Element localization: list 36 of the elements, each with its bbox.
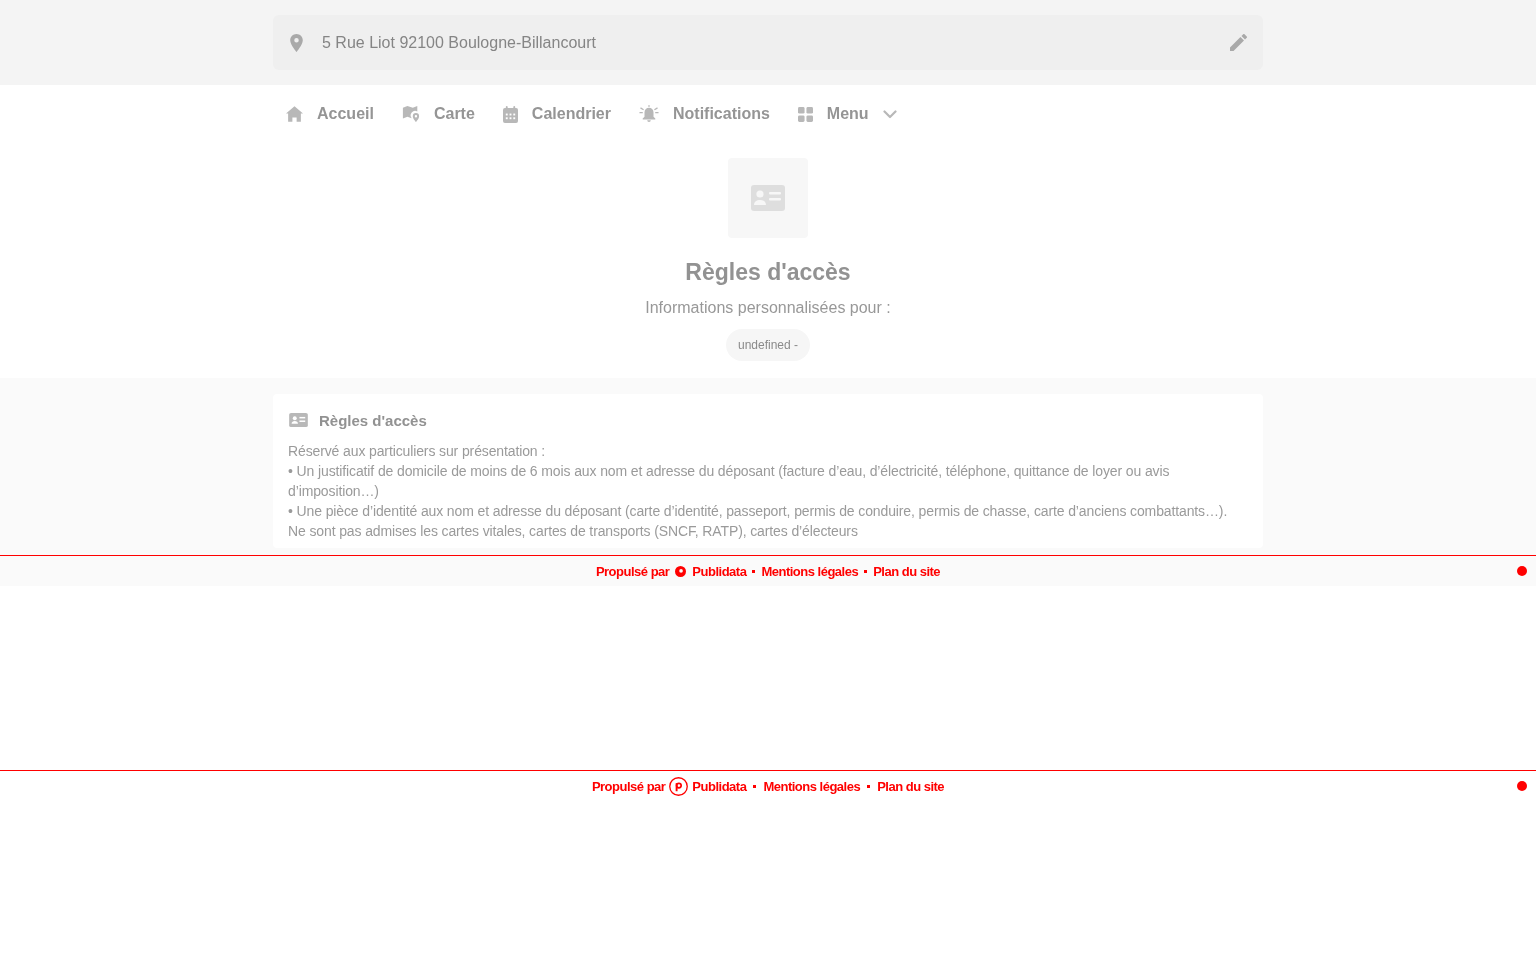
- brand-link[interactable]: Publidata: [692, 563, 747, 579]
- alarm-bell-icon: [638, 105, 659, 123]
- page-title: Règles d'accès: [685, 258, 851, 286]
- calendar-icon: [502, 105, 518, 123]
- powered-by-text: Propulsé par: [595, 563, 670, 579]
- profile-chip[interactable]: undefined -: [725, 329, 810, 361]
- logo-icon: [675, 565, 687, 577]
- rules-text: • Une pièce d’identité aux nom et adresse du déposant (carte d’identité, passeport, permis de conduire, permis de chasse, carte d’anciens combattants…). Ne sont pas admises les cartes vitales, cartes de transports (SNCF, RATP), cartes d’électeurs: [288, 502, 1229, 541]
- chevron-down-icon: [882, 109, 897, 119]
- nav-link[interactable]: Notifications: [625, 94, 785, 134]
- dot-icon: [1517, 781, 1527, 791]
- footer-link[interactable]: Mentions légales: [761, 563, 859, 579]
- nav-link[interactable]: Carte: [388, 94, 490, 134]
- logo-icon: [669, 776, 689, 796]
- brand-link[interactable]: Publidata: [692, 778, 747, 794]
- id-card-icon: [728, 158, 808, 238]
- rules-text: Réservé aux particuliers sur présentation :: [288, 442, 547, 461]
- card-title: Règles d'accès: [319, 411, 427, 429]
- dot-icon: [1517, 566, 1527, 576]
- id-card-icon: [289, 413, 308, 427]
- footer-link[interactable]: Mentions légales: [763, 778, 861, 794]
- edit-button[interactable]: [1230, 34, 1247, 51]
- address-text: 5 Rue Liot 92100 Boulogne-Billancourt: [322, 33, 597, 52]
- grid-icon: [797, 106, 813, 122]
- home-icon: [286, 106, 303, 122]
- subtitle-text: Informations personnalisées pour :: [645, 298, 891, 318]
- map-icon: [401, 105, 420, 123]
- nav-link[interactable]: Accueil: [273, 94, 389, 134]
- map-pin-icon: [290, 33, 303, 52]
- powered-by-text: Propulsé par: [591, 778, 666, 794]
- rules-text: • Un justificatif de domicile de moins de 6 mois aux nom et adresse du déposant (facture d’eau, d’électricité, téléphone, quittance de loyer ou avis d’imposition…): [288, 462, 1171, 501]
- menu-dropdown[interactable]: Menu: [784, 94, 912, 134]
- nav-link[interactable]: Calendrier: [489, 94, 626, 134]
- footer-link[interactable]: Plan du site: [873, 563, 941, 579]
- pencil-icon: [1230, 34, 1247, 51]
- footer-link[interactable]: Plan du site: [877, 778, 945, 794]
